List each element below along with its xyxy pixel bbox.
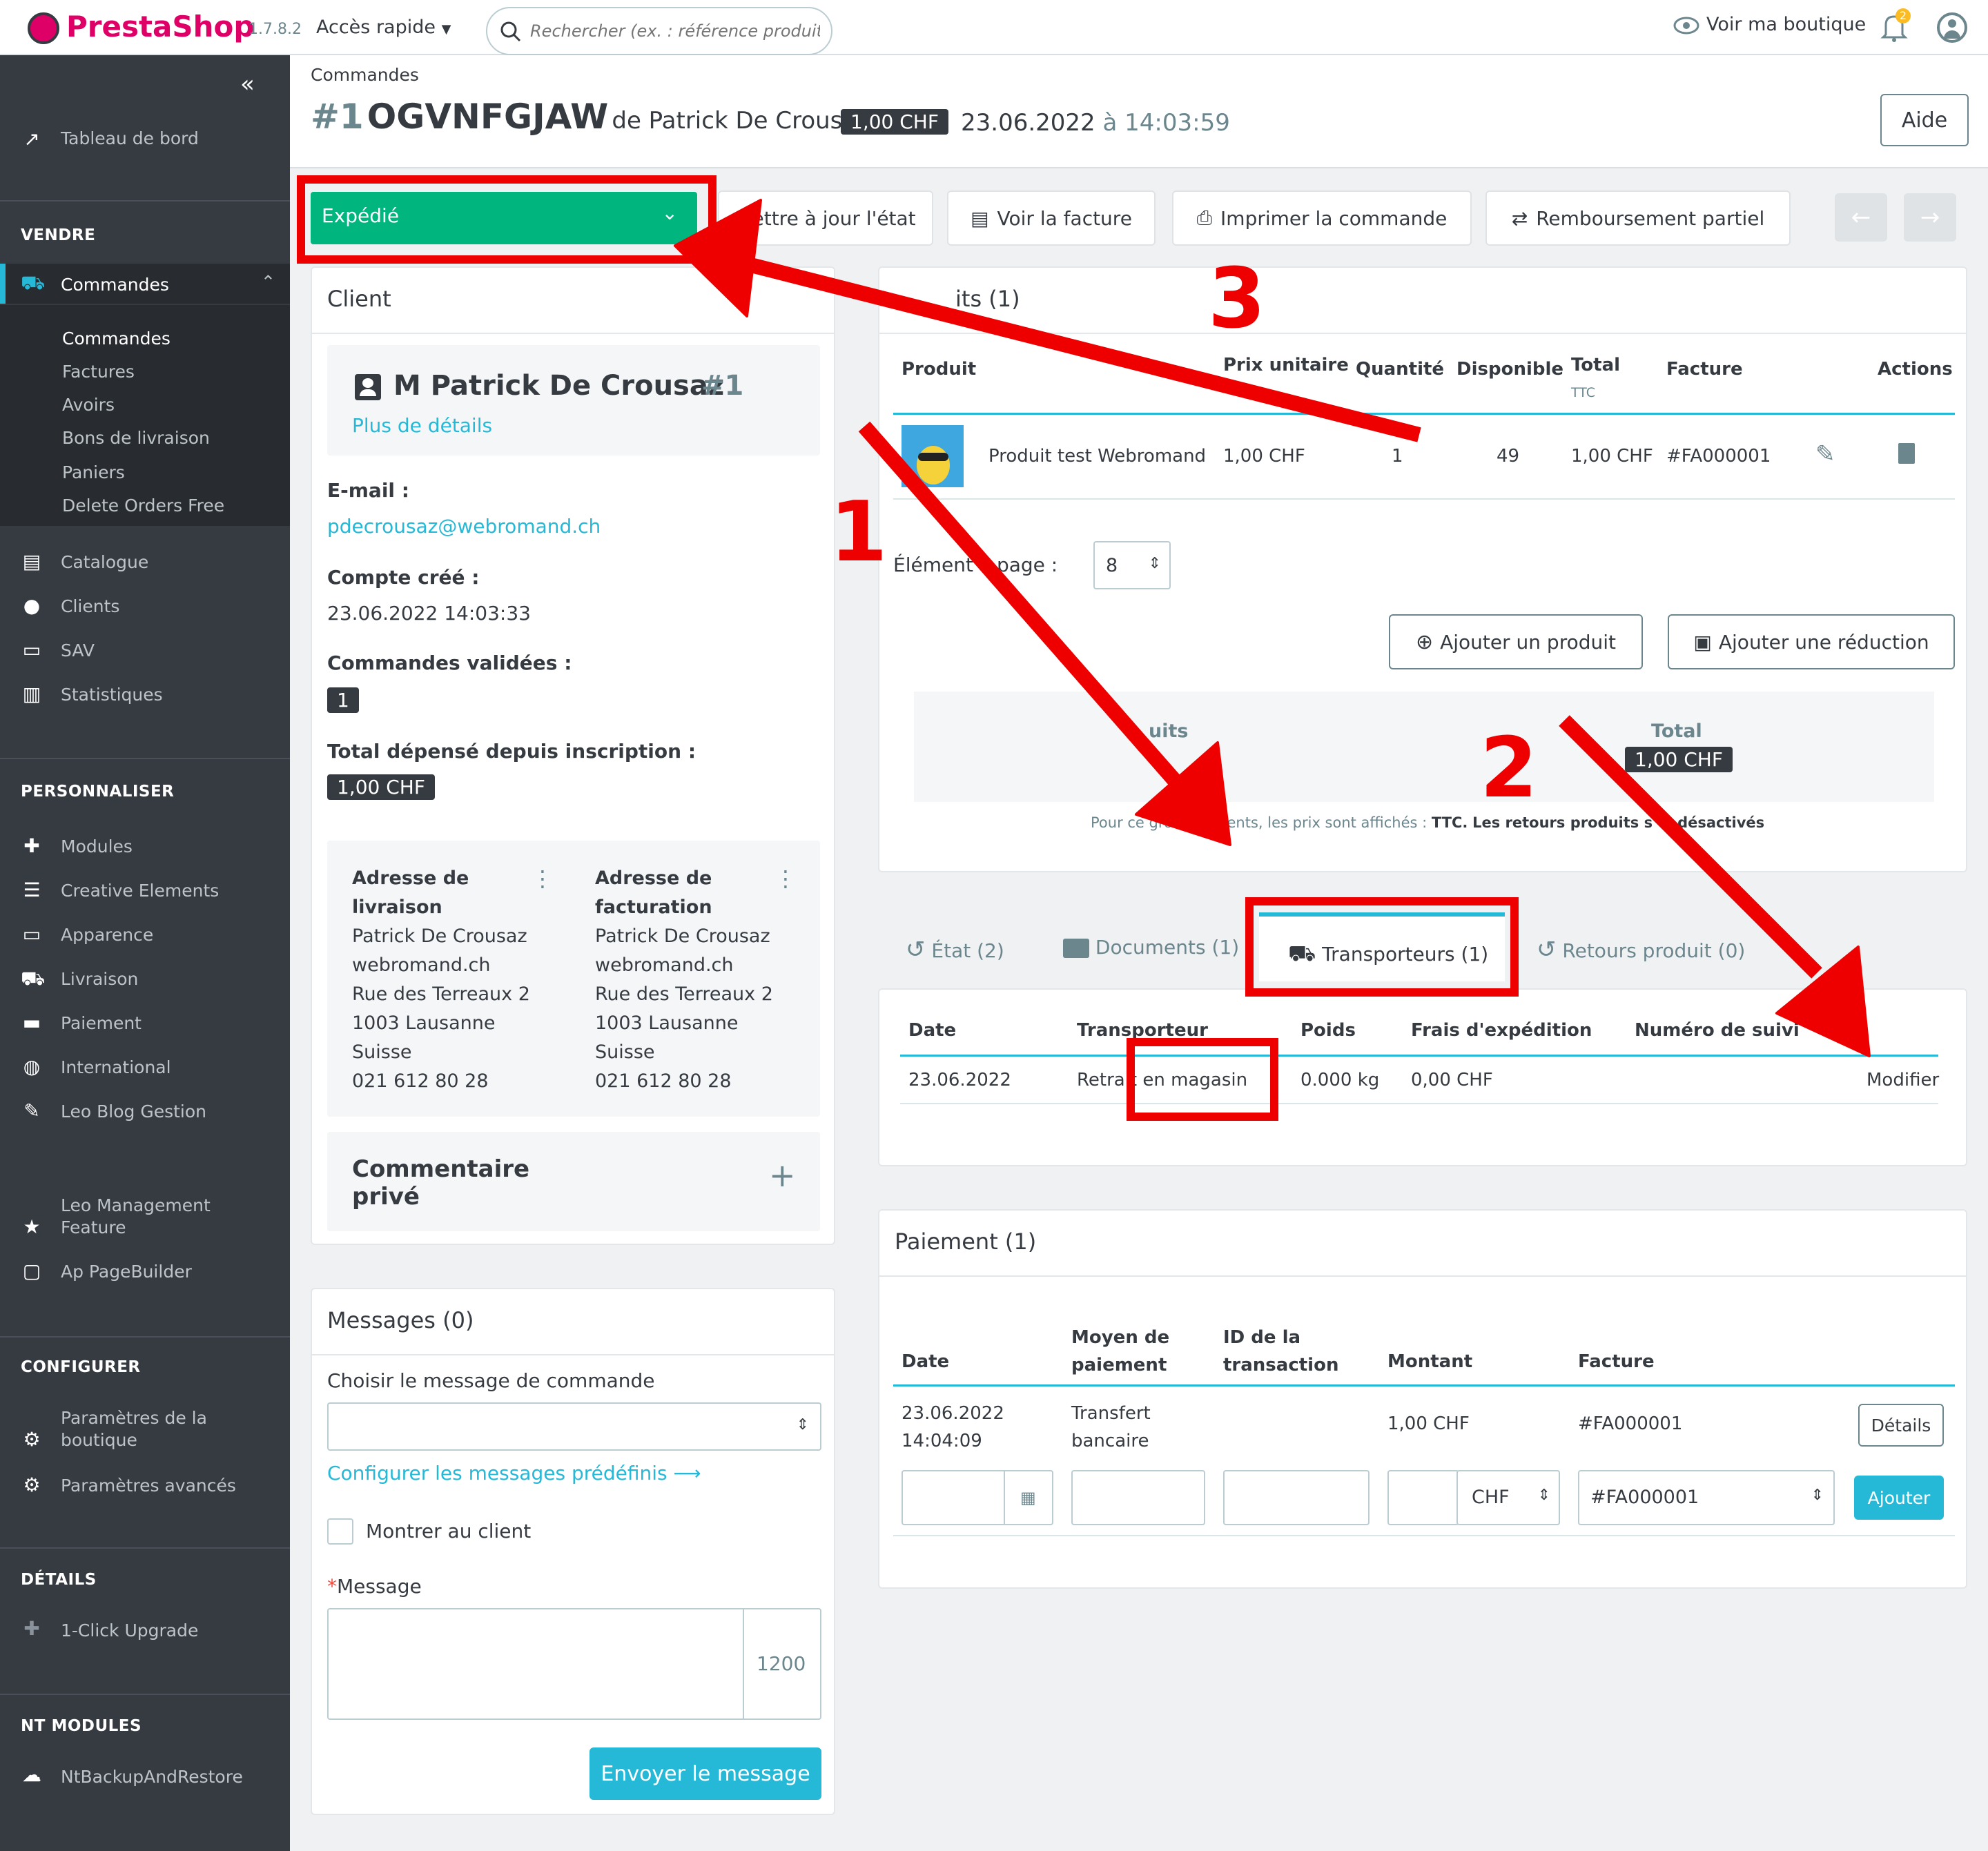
arrow-2-shaft <box>1559 715 1822 979</box>
arrow-1-shaft <box>858 421 1185 791</box>
annotation-arrows <box>674 199 1871 1057</box>
arrow-3-head <box>674 199 762 317</box>
annotation-number-3: 3 <box>1208 251 1266 347</box>
arrow-2-head <box>1775 946 1871 1057</box>
annotation-number-1: 1 <box>830 484 888 580</box>
annotation-number-2: 2 <box>1480 721 1538 816</box>
arrow-3-shaft <box>743 256 1421 442</box>
